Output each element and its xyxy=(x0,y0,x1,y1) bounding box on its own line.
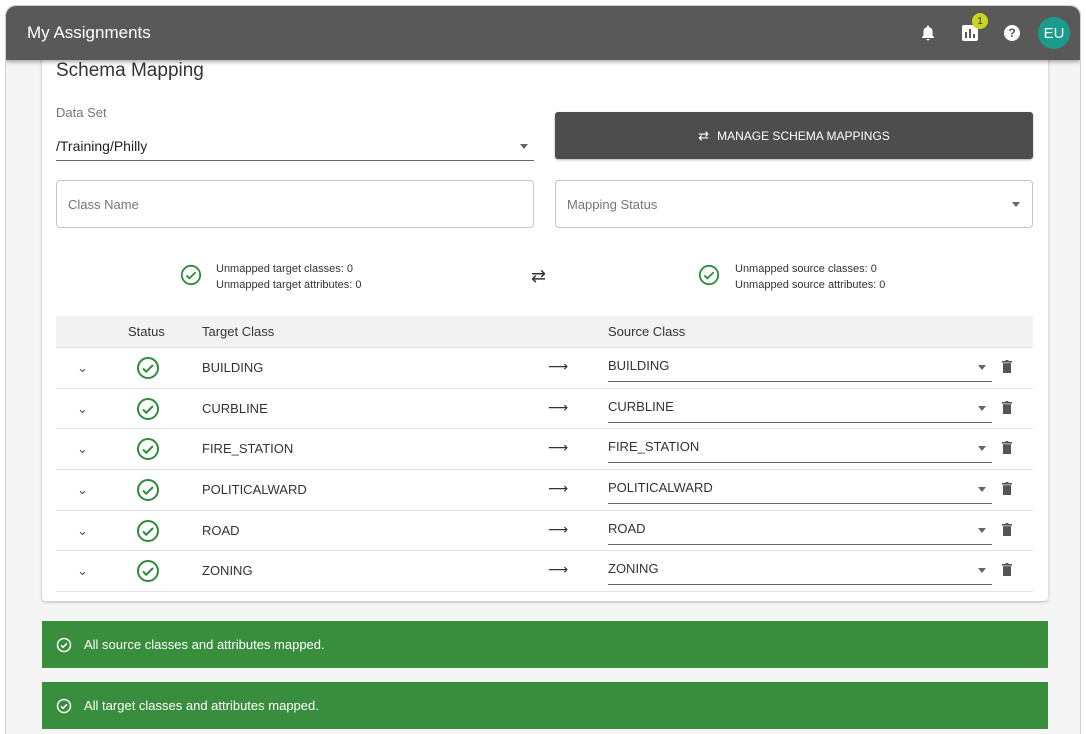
check-circle-icon xyxy=(56,637,72,652)
expand-chevron-icon[interactable]: ⌄ xyxy=(77,360,88,376)
trash-icon[interactable] xyxy=(1002,360,1012,373)
unmapped-target-classes: Unmapped target classes: 0 xyxy=(216,263,353,275)
check-circle-icon xyxy=(698,264,720,286)
target-class-cell: ROAD xyxy=(202,522,240,538)
source-class-value: BUILDING xyxy=(608,358,670,373)
source-mapped-banner: All source classes and attributes mapped… xyxy=(42,621,1048,668)
expand-chevron-icon[interactable]: ⌄ xyxy=(77,523,88,539)
expand-chevron-icon[interactable]: ⌄ xyxy=(77,482,88,498)
status-column-header: Status xyxy=(128,324,165,339)
arrow-right-icon: ⟶ xyxy=(548,561,569,578)
trash-icon[interactable] xyxy=(1002,441,1012,455)
source-class-select[interactable]: FIRE_STATION xyxy=(608,433,992,464)
source-class-column-header: Source Class xyxy=(608,324,686,339)
table-row: ⌄ ZONING ⟶ ZONING xyxy=(56,551,1033,593)
status-check-icon xyxy=(137,357,159,379)
mapping-status-select[interactable]: Mapping Status xyxy=(555,180,1033,228)
bell-icon[interactable] xyxy=(918,23,938,43)
source-class-select[interactable]: ZONING xyxy=(608,555,992,586)
dataset-select[interactable]: /Training/Philly xyxy=(56,133,534,161)
source-class-value: ZONING xyxy=(608,561,659,577)
source-class-value: CURBLINE xyxy=(608,398,674,414)
target-mapped-message: All target classes and attributes mapped… xyxy=(84,698,319,713)
unmapped-source-attributes: Unmapped source attributes: 0 xyxy=(735,279,886,291)
mapping-table: Status Target Class Source Class ⌄ BUILDI… xyxy=(56,316,1033,593)
table-row: ⌄ FIRE_STATION ⟶ FIRE_STATION xyxy=(56,429,1033,471)
dropdown-caret-icon xyxy=(978,405,986,411)
dataset-value: /Training/Philly xyxy=(56,138,148,154)
status-check-icon xyxy=(137,438,159,461)
class-name-placeholder: Class Name xyxy=(68,197,139,212)
notification-badge: 1 xyxy=(972,13,988,29)
target-summary: Unmapped target classes: 0 Unmapped targ… xyxy=(216,261,362,293)
check-circle-icon xyxy=(180,264,202,286)
expand-chevron-icon[interactable]: ⌄ xyxy=(77,401,88,417)
source-mapped-message: All source classes and attributes mapped… xyxy=(84,637,325,652)
top-app-bar: My Assignments 1 ? EU xyxy=(6,6,1080,60)
table-body: ⌄ BUILDING ⟶ BUILDING ⌄ CURBLINE ⟶ CURBLINE ⌄ FIR… xyxy=(56,348,1033,593)
trash-icon[interactable] xyxy=(1002,563,1012,577)
dropdown-caret-icon xyxy=(978,365,986,370)
target-class-cell: CURBLINE xyxy=(202,400,268,416)
expand-chevron-icon[interactable]: ⌄ xyxy=(77,441,88,457)
trash-icon[interactable] xyxy=(1002,400,1012,414)
class-name-field[interactable]: Class Name xyxy=(56,180,534,228)
arrow-right-icon: ⟶ xyxy=(548,480,569,497)
swap-icon: ⇄ xyxy=(698,127,710,143)
dropdown-caret-icon xyxy=(978,527,986,533)
expand-chevron-icon[interactable]: ⌄ xyxy=(77,563,88,579)
target-class-cell: FIRE_STATION xyxy=(202,441,294,457)
dropdown-caret-icon xyxy=(978,568,986,574)
swap-direction-icon[interactable]: ⇄ xyxy=(531,266,546,287)
manage-button-label: MANAGE SCHEMA MAPPINGS xyxy=(717,128,890,143)
page-title: Schema Mapping xyxy=(56,60,204,81)
arrow-right-icon: ⟶ xyxy=(548,520,569,537)
trash-icon[interactable] xyxy=(1002,482,1012,496)
chart-icon[interactable]: 1 xyxy=(960,13,988,43)
arrow-right-icon: ⟶ xyxy=(548,439,569,456)
schema-mapping-card: Schema Mapping Data Set /Training/Philly… xyxy=(42,48,1048,601)
table-row: ⌄ CURBLINE ⟶ CURBLINE xyxy=(56,389,1033,430)
target-mapped-banner: All target classes and attributes mapped… xyxy=(42,682,1048,729)
arrow-right-icon: ⟶ xyxy=(548,398,569,415)
manage-schema-mappings-button[interactable]: ⇄ MANAGE SCHEMA MAPPINGS xyxy=(555,112,1033,159)
app-title: My Assignments xyxy=(27,23,151,42)
source-class-select[interactable]: ROAD xyxy=(608,515,992,545)
status-check-icon xyxy=(137,560,159,583)
source-class-value: FIRE_STATION xyxy=(608,439,700,455)
table-header: Status Target Class Source Class xyxy=(56,316,1033,348)
table-row: ⌄ ROAD ⟶ ROAD xyxy=(56,511,1033,552)
target-class-cell: POLITICALWARD xyxy=(202,482,307,498)
table-row: ⌄ POLITICALWARD ⟶ POLITICALWARD xyxy=(56,470,1033,511)
target-class-column-header: Target Class xyxy=(202,324,275,339)
dataset-label: Data Set xyxy=(56,105,107,120)
source-class-value: POLITICALWARD xyxy=(608,480,713,496)
arrow-right-icon: ⟶ xyxy=(548,358,569,374)
source-class-select[interactable]: BUILDING xyxy=(608,352,992,382)
source-summary: Unmapped source classes: 0 Unmapped sour… xyxy=(735,261,885,293)
source-class-select[interactable]: CURBLINE xyxy=(608,393,992,423)
help-glyph: ? xyxy=(1004,25,1020,41)
dropdown-caret-icon xyxy=(978,446,986,452)
source-class-select[interactable]: POLITICALWARD xyxy=(608,474,992,505)
dropdown-caret-icon xyxy=(520,144,528,149)
target-class-cell: ZONING xyxy=(202,563,253,579)
dropdown-caret-icon xyxy=(978,487,986,493)
status-check-icon xyxy=(137,519,159,542)
mapping-status-placeholder: Mapping Status xyxy=(567,197,658,212)
target-class-cell: BUILDING xyxy=(202,360,264,375)
table-row: ⌄ BUILDING ⟶ BUILDING xyxy=(56,348,1033,389)
dropdown-caret-icon xyxy=(1012,202,1020,207)
status-check-icon xyxy=(137,397,159,420)
source-class-value: ROAD xyxy=(608,520,646,536)
unmapped-source-classes: Unmapped source classes: 0 xyxy=(735,263,877,275)
avatar[interactable]: EU xyxy=(1038,17,1070,49)
unmapped-target-attributes: Unmapped target attributes: 0 xyxy=(216,279,362,291)
check-circle-icon xyxy=(56,698,72,713)
status-check-icon xyxy=(137,479,159,502)
top-icons: 1 ? EU xyxy=(896,13,1070,49)
help-icon[interactable]: ? xyxy=(1002,23,1022,43)
trash-icon[interactable] xyxy=(1002,522,1012,536)
